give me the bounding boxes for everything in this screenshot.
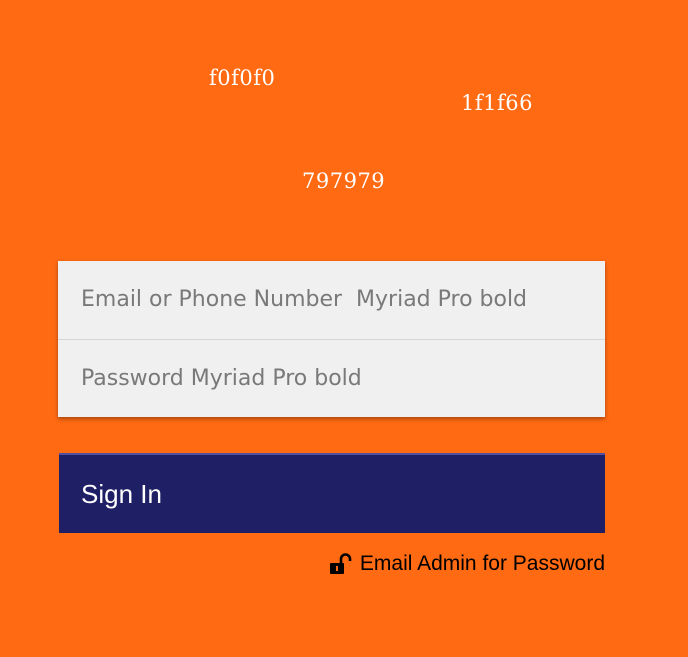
- email-field[interactable]: [58, 261, 605, 338]
- sign-in-button[interactable]: Sign In: [59, 453, 605, 533]
- color-note-button-bg: 1f1f66: [461, 91, 533, 115]
- color-note-placeholder: 797979: [302, 169, 386, 193]
- password-field[interactable]: [58, 340, 605, 417]
- email-admin-link[interactable]: Email Admin for Password: [329, 552, 605, 576]
- email-admin-link-label: Email Admin for Password: [359, 552, 605, 575]
- color-note-input-bg: f0f0f0: [209, 66, 276, 90]
- login-form-card: [58, 261, 605, 417]
- unlock-icon: [329, 553, 353, 575]
